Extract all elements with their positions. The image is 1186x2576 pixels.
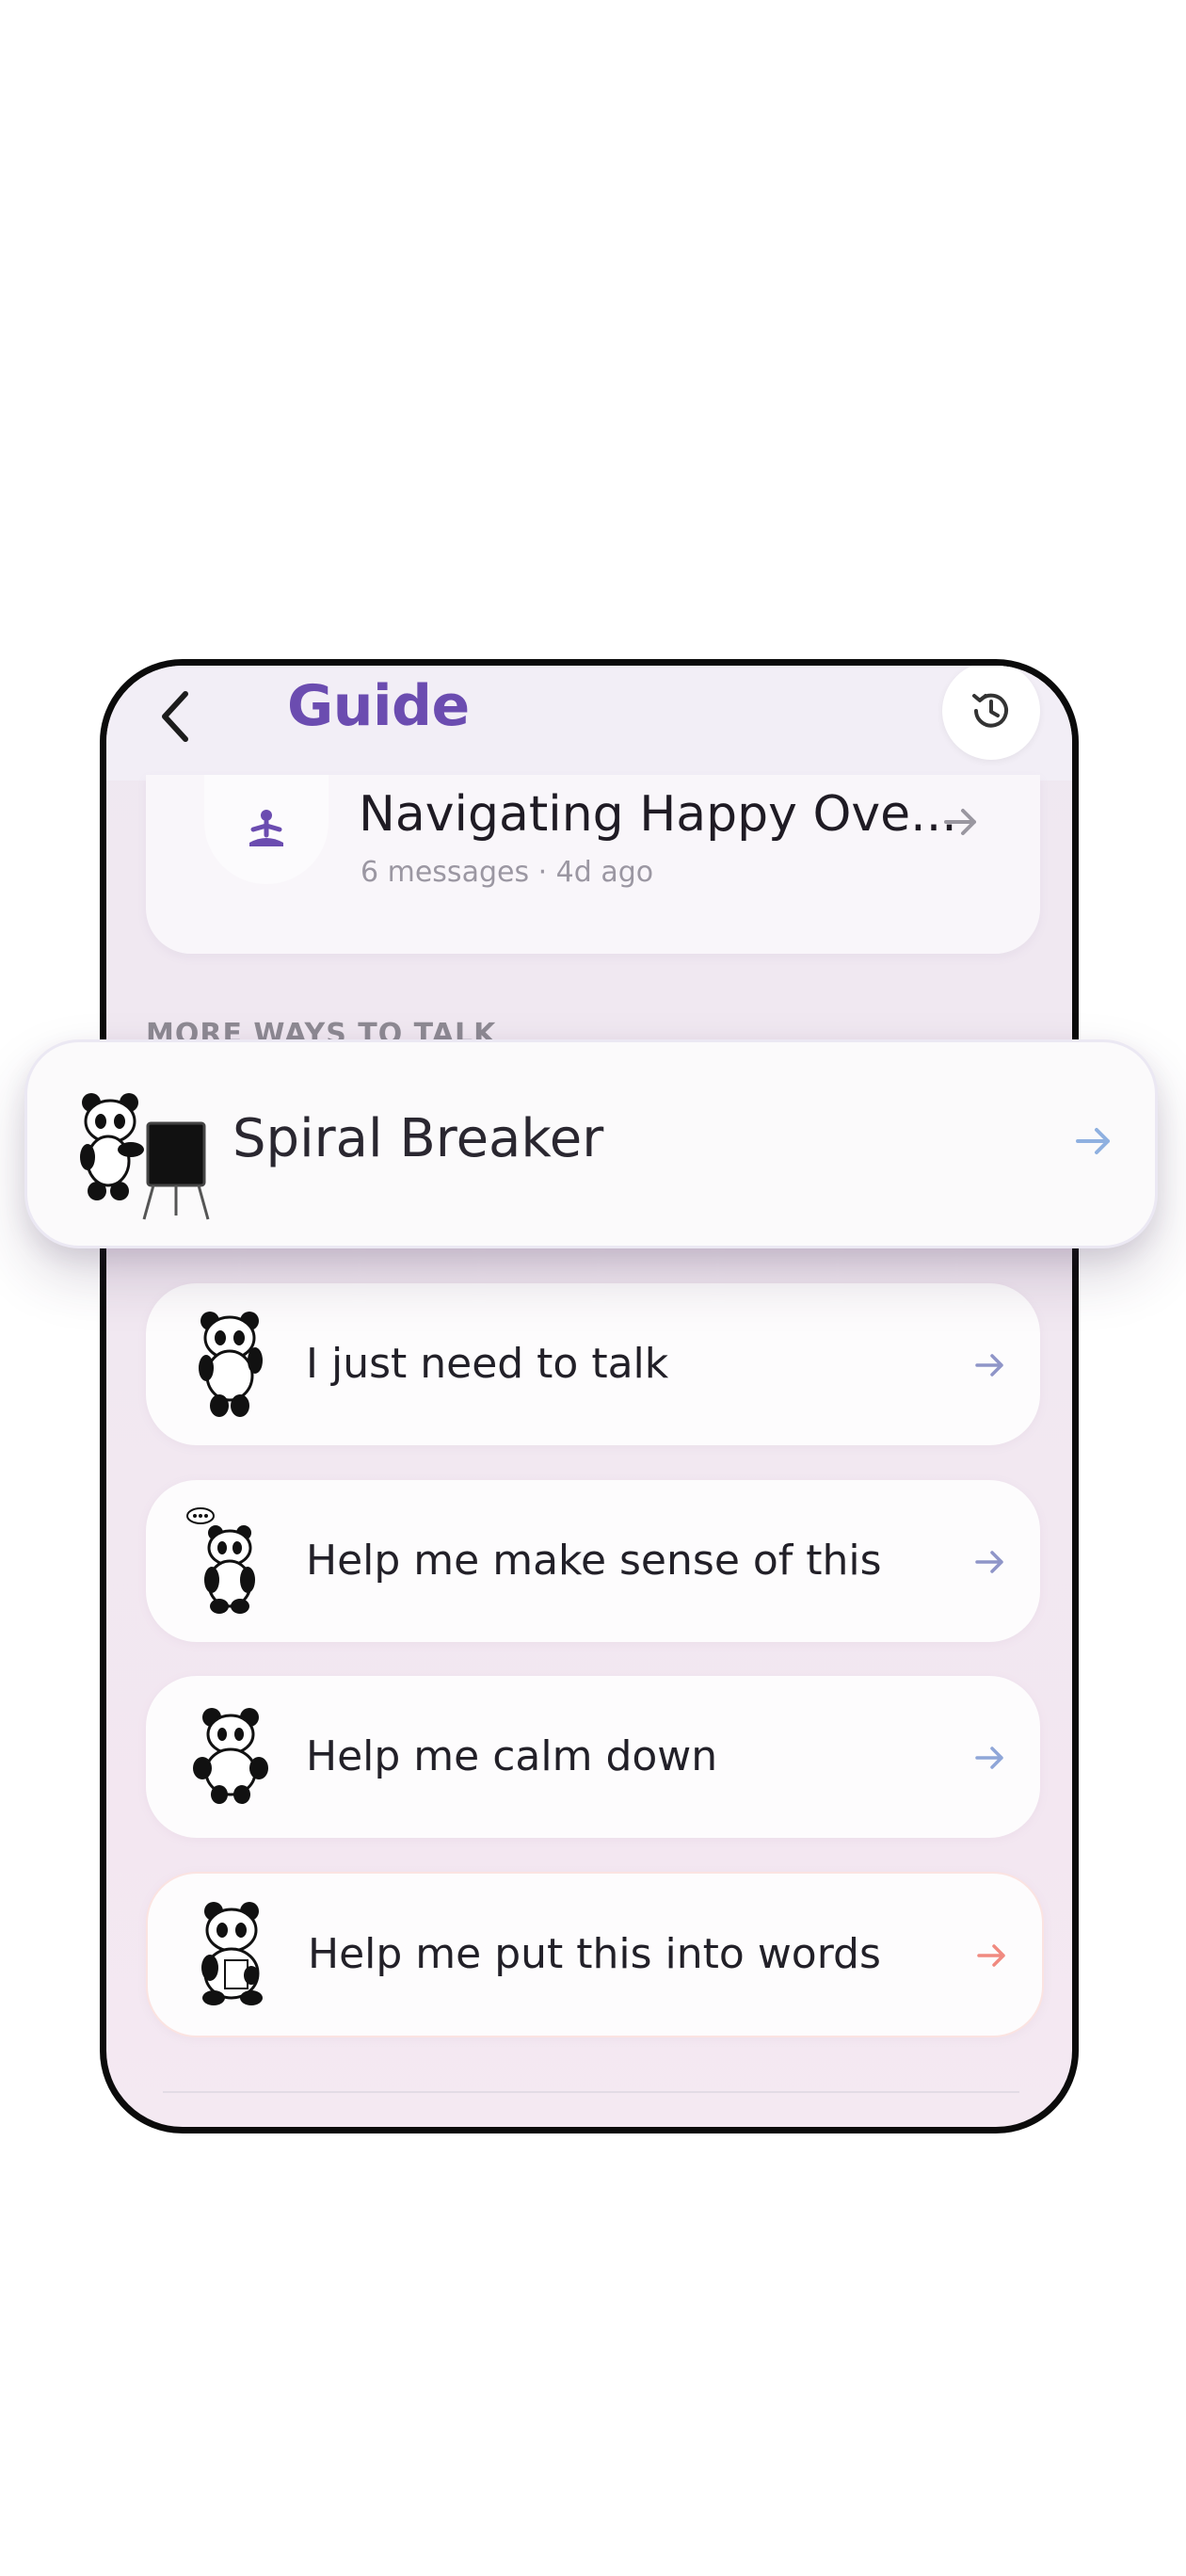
recent-icon-badge [204,775,329,884]
meditation-icon [249,810,283,846]
arrow-right-icon [975,1551,1003,1573]
option-label: Help me calm down [306,1732,718,1780]
recent-conversation-card[interactable]: Navigating Happy Ove... 6 messages · 4d … [146,775,1040,954]
panda-calm-icon [193,1708,268,1804]
option-make-sense[interactable]: Help me make sense of this [146,1480,1040,1642]
recent-conversation-meta: 6 messages · 4d ago [361,856,654,889]
option-label: I just need to talk [306,1340,669,1388]
panda-thinking-icon [186,1507,255,1614]
arrow-right-icon [975,1747,1003,1769]
back-button[interactable] [148,688,204,745]
arrow-right-icon [944,809,976,835]
option-just-talk[interactable]: I just need to talk [146,1283,1040,1445]
easel-icon [142,1121,210,1220]
arrow-right-icon [1076,1128,1110,1154]
page-title: Guide [287,673,470,739]
arrow-right-icon [977,1944,1005,1967]
option-label: Help me make sense of this [306,1537,882,1585]
chevron-left-icon [162,691,188,742]
featured-option-spiral-breaker[interactable]: Spiral Breaker [24,1039,1158,1248]
option-label: Help me put this into words [308,1930,881,1978]
history-icon [972,693,1008,728]
arrow-right-icon [975,1354,1003,1377]
top-bar: Guide [106,666,1072,781]
recent-conversation-title: Navigating Happy Ove... [359,786,957,843]
panda-wave-icon [199,1312,263,1417]
featured-option-label: Spiral Breaker [232,1108,604,1169]
panda-writing-icon [201,1902,263,2005]
divider [163,2091,1019,2093]
option-calm-down[interactable]: Help me calm down [146,1676,1040,1838]
history-button[interactable] [942,666,1040,760]
option-put-into-words[interactable]: Help me put this into words [146,1872,1044,2037]
phone-frame: Guide Navigating Happy Ove... 6 messages… [100,659,1079,2133]
